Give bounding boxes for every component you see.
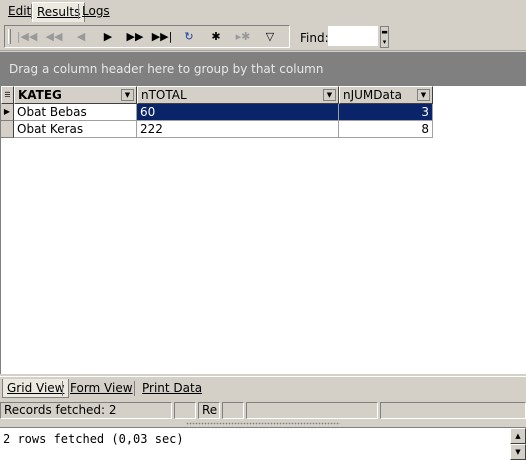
tab-edit-label: Edit [8,4,32,18]
next-page-icon[interactable]: ▶▶ [122,27,148,46]
scroll-up-icon[interactable]: ▲ [510,428,526,444]
find-dropdown-icon[interactable]: ▬ ▾ [380,26,389,48]
column-header-njumdata[interactable]: nJUMData ▼ [339,86,433,104]
tab-logs-label: Logs [82,4,110,18]
toolbar-grip[interactable] [8,29,11,44]
current-row-indicator-icon[interactable]: ▶ [1,104,14,121]
table-cell[interactable]: 3 [339,104,433,121]
row-indicator[interactable] [1,121,14,138]
tab-grid-view[interactable]: Grid View [2,379,70,398]
status-panel-empty [380,402,526,419]
column-header-label: KATEG [18,88,62,102]
column-filter-dropdown-icon[interactable]: ▼ [323,89,336,101]
find-input[interactable] [328,26,378,46]
navigator-toolbar: |◀◀ ◀◀ ◀ ▶ ▶▶ ▶▶| ↻ ✱ ▸✱ ▽ Find: [0,22,526,51]
edit-mode-status: Re [198,402,220,419]
log-message: 2 rows fetched (0,03 sec) [3,432,184,446]
first-record-icon[interactable]: |◀◀ [14,27,40,46]
table-cell[interactable]: Obat Bebas [14,104,137,121]
column-filter-dropdown-icon[interactable]: ▼ [417,89,430,101]
splitter-grip[interactable] [186,422,340,425]
tab-grid-view-label: Grid View [7,381,65,395]
log-scrollbar[interactable]: ▲ ▼ [510,428,526,460]
tab-logs[interactable]: Logs [78,2,114,22]
tab-form-view[interactable]: Form View [66,379,137,398]
column-header-ntotal[interactable]: nTOTAL ▼ [137,86,339,104]
tab-print-data-label: Print Data [142,381,203,395]
scroll-down-icon[interactable]: ▼ [510,444,526,460]
status-bar: Records fetched: 2 Re [0,400,526,420]
top-tab-strip: Edit Results Logs [0,0,526,22]
records-fetched-status: Records fetched: 2 [0,402,172,419]
prior-page-icon[interactable]: ◀◀ [41,27,67,46]
table-cell[interactable]: 8 [339,121,433,138]
group-by-panel[interactable]: Drag a column header here to group by th… [0,52,526,86]
table-cell[interactable]: 60 [137,104,339,121]
table-cell[interactable]: 222 [137,121,339,138]
tab-results-label: Results [37,5,81,19]
navigator-box: |◀◀ ◀◀ ◀ ▶ ▶▶ ▶▶| ↻ ✱ ▸✱ ▽ [4,25,290,48]
column-header-label: nTOTAL [141,88,187,102]
tab-form-view-label: Form View [70,381,133,395]
insert-record-icon[interactable]: ✱ [203,27,229,46]
tab-divider [62,381,63,396]
delete-record-icon[interactable]: ▸✱ [230,27,256,46]
status-panel-empty [174,402,196,419]
prior-record-icon[interactable]: ◀ [68,27,94,46]
grid-menu-icon[interactable]: ☰ [1,86,14,104]
column-header-label: nJUMData [343,88,402,102]
filter-icon[interactable]: ▽ [257,27,283,46]
pane-splitter[interactable] [0,420,526,427]
status-panel-empty [246,402,378,419]
log-output[interactable]: 2 rows fetched (0,03 sec) [0,427,526,460]
tab-print-data[interactable]: Print Data [138,379,206,398]
view-tabs: Grid View Form View Print Data [0,376,526,400]
last-record-icon[interactable]: ▶▶| [149,27,175,46]
results-grid[interactable]: ☰ KATEG ▼ nTOTAL ▼ nJUMData ▼ ▶ Obat Beb… [0,86,526,374]
tab-divider [134,381,135,396]
column-header-kateg[interactable]: KATEG ▼ [14,86,137,104]
refresh-icon[interactable]: ↻ [176,27,202,46]
table-cell[interactable]: Obat Keras [14,121,137,138]
column-filter-dropdown-icon[interactable]: ▼ [121,89,134,101]
group-by-hint: Drag a column header here to group by th… [9,62,324,76]
next-record-icon[interactable]: ▶ [95,27,121,46]
find-label: Find: [300,31,329,45]
status-panel-empty [222,402,244,419]
